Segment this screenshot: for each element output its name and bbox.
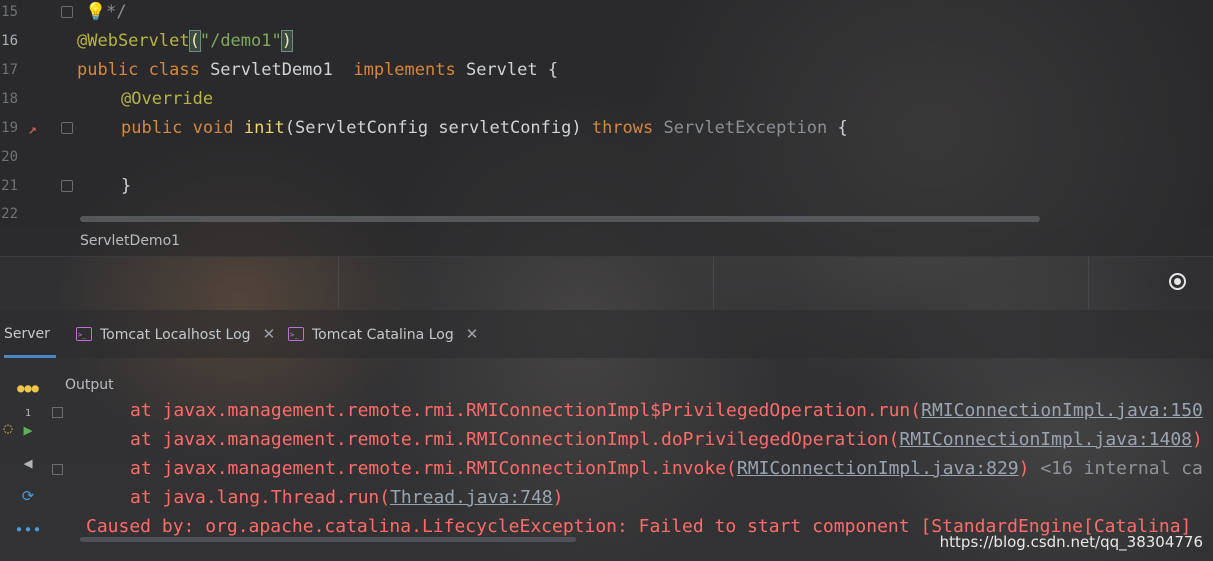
source-link[interactable]: RMIConnectionImpl.java:150 bbox=[921, 400, 1203, 421]
code-line-16[interactable]: 16 @WebServlet("/demo1") bbox=[0, 27, 1213, 56]
stack-trace-line[interactable]: at java.lang.Thread.run(Thread.java:748) bbox=[130, 483, 564, 512]
expand-icon[interactable] bbox=[52, 464, 63, 475]
keyword: public void bbox=[121, 118, 234, 138]
paren-open: ( bbox=[188, 30, 201, 52]
interface-name: Servlet { bbox=[455, 60, 559, 80]
method-name: init bbox=[243, 118, 285, 138]
trace-text: ) bbox=[552, 487, 564, 508]
code-line-17[interactable]: 17 public class ServletDemo1 implements … bbox=[0, 56, 1213, 85]
trace-text: at java.lang.Thread.run( bbox=[130, 487, 391, 508]
watermark: https://blog.csdn.net/qq_38304776 bbox=[939, 533, 1203, 551]
tab-server[interactable]: Server bbox=[4, 310, 56, 358]
code-line-15[interactable]: 15 💡*/ bbox=[0, 0, 1213, 27]
console-horizontal-scrollbar[interactable] bbox=[80, 537, 576, 542]
source-link[interactable]: RMIConnectionImpl.java:1408 bbox=[899, 429, 1192, 450]
code-line-19[interactable]: 19 ↗ public void init(ServletConfig serv… bbox=[0, 114, 1213, 143]
editor-horizontal-scrollbar[interactable] bbox=[80, 216, 1040, 222]
text-caret bbox=[291, 31, 293, 49]
brace: } bbox=[121, 176, 132, 196]
line-number: 17 bbox=[1, 62, 18, 78]
trace-text: ) bbox=[1192, 429, 1203, 450]
line-number: 22 bbox=[1, 206, 18, 222]
line-number: 18 bbox=[1, 91, 18, 107]
deploy-all-icon[interactable]: ▶ bbox=[14, 418, 42, 442]
services-tab-bar: Server Tomcat Localhost Log ✕ Tomcat Cata… bbox=[0, 310, 1213, 359]
tool-window-header bbox=[0, 256, 1213, 309]
console-icon bbox=[76, 311, 92, 359]
code-line-21[interactable]: 21 } bbox=[0, 172, 1213, 201]
url-pattern-string: "/demo1" bbox=[199, 31, 282, 51]
line-number: 19 bbox=[1, 120, 18, 136]
paren-close: ) bbox=[280, 30, 294, 52]
lightbulb-icon[interactable]: 💡 bbox=[85, 0, 106, 27]
implements-method-icon[interactable]: ↗ bbox=[28, 120, 37, 138]
line-number: 16 bbox=[1, 33, 18, 49]
line-number: 15 bbox=[1, 4, 18, 20]
fold-icon[interactable] bbox=[61, 180, 73, 192]
divider bbox=[713, 257, 714, 309]
target-icon[interactable] bbox=[1169, 273, 1186, 290]
keyword: public class bbox=[77, 60, 200, 80]
trace-text: at javax.management.remote.rmi.RMIConnec… bbox=[130, 458, 737, 479]
tab-label: Tomcat Localhost Log bbox=[100, 327, 251, 343]
tab-label: Server bbox=[4, 326, 50, 342]
run-toolbar: ●●● 1 ◌ ▶ ◀ ⟳ ••• bbox=[0, 372, 48, 561]
more-options-icon[interactable]: ••• bbox=[14, 518, 42, 542]
breadcrumb[interactable]: ServletDemo1 bbox=[0, 228, 1213, 256]
trace-text: ) bbox=[1018, 458, 1030, 479]
exception-name: ServletException bbox=[653, 118, 828, 138]
code-line-20[interactable]: 20 bbox=[0, 143, 1213, 172]
output-label: Output bbox=[65, 377, 114, 393]
annotation-override: @Override bbox=[121, 89, 214, 109]
stack-trace-line[interactable]: at javax.management.remote.rmi.RMIConnec… bbox=[130, 454, 1203, 483]
comment-end: */ bbox=[106, 2, 127, 22]
code-line-22[interactable]: 22 bbox=[0, 200, 1213, 229]
keyword: throws bbox=[591, 118, 654, 138]
stack-trace-line[interactable]: at javax.management.remote.rmi.RMIConnec… bbox=[130, 398, 1203, 425]
method-params: (ServletConfig servletConfig) bbox=[284, 118, 592, 138]
source-link[interactable]: Thread.java:748 bbox=[390, 487, 553, 508]
internal-calls[interactable]: <16 internal ca bbox=[1029, 458, 1203, 479]
line-number: 21 bbox=[1, 178, 18, 194]
brace: { bbox=[827, 118, 848, 138]
divider bbox=[1088, 257, 1089, 309]
refresh-icon[interactable]: ⟳ bbox=[14, 484, 42, 508]
trace-text: at javax.management.remote.rmi.RMIConnec… bbox=[130, 400, 922, 421]
tab-tomcat-localhost-log[interactable]: Tomcat Localhost Log ✕ bbox=[76, 310, 276, 359]
source-link[interactable]: RMIConnectionImpl.java:829 bbox=[737, 458, 1019, 479]
deployment-icon[interactable]: ●●● 1 bbox=[14, 376, 42, 419]
fold-icon[interactable] bbox=[61, 6, 73, 18]
close-icon[interactable]: ✕ bbox=[263, 325, 276, 343]
breadcrumb-item[interactable]: ServletDemo1 bbox=[80, 233, 180, 249]
code-editor[interactable]: 15 💡*/ 16 @WebServlet("/demo1") 17 publi… bbox=[0, 0, 1213, 228]
tab-tomcat-catalina-log[interactable]: Tomcat Catalina Log ✕ bbox=[288, 310, 479, 359]
fold-icon[interactable] bbox=[61, 122, 73, 134]
trace-text: at javax.management.remote.rmi.RMIConnec… bbox=[130, 429, 900, 450]
tab-label: Tomcat Catalina Log bbox=[312, 327, 454, 343]
fold-icon[interactable] bbox=[52, 407, 63, 418]
line-number: 20 bbox=[1, 149, 18, 165]
close-icon[interactable]: ✕ bbox=[466, 325, 479, 343]
console-icon bbox=[288, 311, 304, 359]
divider bbox=[338, 257, 339, 309]
stack-trace-line[interactable]: at javax.management.remote.rmi.RMIConnec… bbox=[130, 425, 1203, 454]
undeploy-icon[interactable]: ◀ bbox=[14, 451, 42, 475]
class-name: ServletDemo1 bbox=[199, 60, 354, 80]
annotation-webservlet: @WebServlet bbox=[77, 31, 190, 51]
code-line-18[interactable]: 18 @Override bbox=[0, 85, 1213, 114]
keyword: implements bbox=[353, 60, 456, 80]
